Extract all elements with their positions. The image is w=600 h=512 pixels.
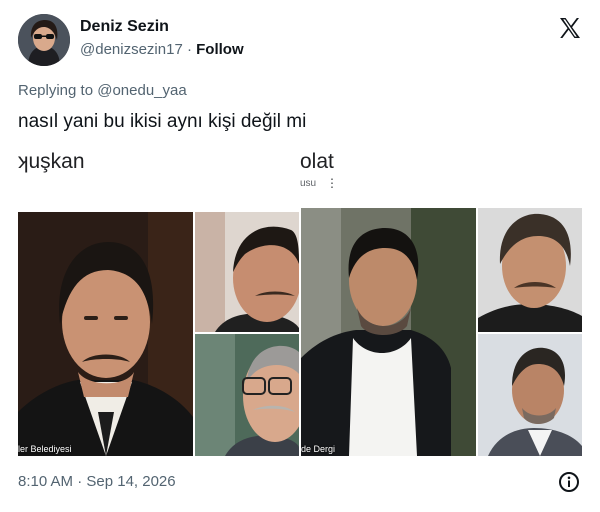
more-vertical-icon: ⋮ — [326, 176, 338, 190]
photo-right-top[interactable] — [478, 208, 582, 332]
display-name[interactable]: Deniz Sezin — [80, 18, 169, 36]
replying-to-mention[interactable]: @onedu_yaa — [97, 82, 186, 99]
info-icon[interactable] — [558, 471, 580, 493]
handle-row: @denizsezin17 · Follow — [80, 41, 244, 58]
avatar[interactable] — [18, 14, 70, 66]
embedded-title-right: olat — [300, 150, 334, 173]
tweet-text: nasıl yani bu ikisi aynı kişi değil mi — [18, 111, 307, 132]
embedded-subtitle-right: usu — [300, 178, 317, 189]
photo-right-main[interactable]: de Dergi — [301, 208, 476, 456]
x-logo-icon[interactable] — [558, 16, 582, 40]
photo-caption-right: de Dergi — [301, 444, 336, 454]
tweet-timestamp[interactable]: 8:10 AM · Sep 14, 2026 — [18, 473, 176, 490]
photo-left-bottom[interactable] — [195, 334, 299, 456]
photo-right-bottom[interactable] — [478, 334, 582, 456]
separator-dot: · — [186, 41, 192, 58]
photo-left-top[interactable] — [195, 212, 299, 332]
user-handle[interactable]: @denizsezin17 — [80, 41, 183, 58]
replying-to-label: Replying to — [18, 82, 94, 99]
photo-left-main[interactable]: ler Belediyesi — [18, 212, 193, 456]
follow-button[interactable]: Follow — [196, 41, 244, 58]
embedded-title-left: ʞuşkan — [18, 150, 85, 173]
replying-to: Replying to @onedu_yaa — [18, 82, 187, 99]
photo-caption-left: ler Belediyesi — [18, 444, 72, 454]
